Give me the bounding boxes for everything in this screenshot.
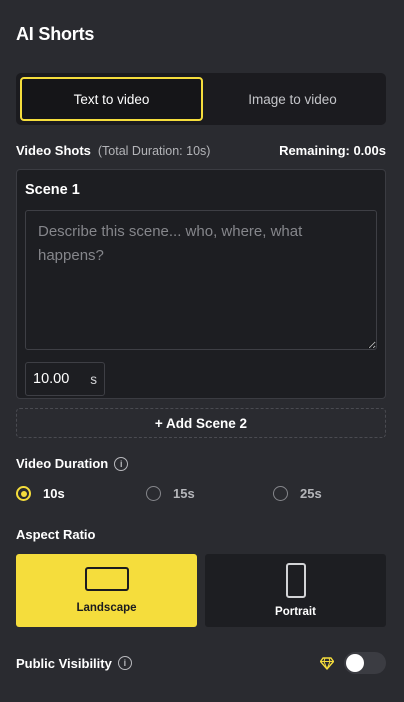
duration-option-25s[interactable]: 25s <box>273 486 322 501</box>
radio-selected-icon <box>16 486 31 501</box>
aspect-ratio-label: Aspect Ratio <box>16 527 96 542</box>
duration-option-10s[interactable]: 10s <box>16 486 65 501</box>
aspect-option-landscape[interactable]: Landscape <box>16 554 197 627</box>
public-visibility-label: Public Visibility <box>16 655 112 671</box>
toggle-knob <box>346 654 364 672</box>
duration-option-label: 25s <box>300 486 322 501</box>
video-duration-label: Video Duration <box>16 456 109 471</box>
video-duration-options: 10s 15s 25s <box>16 486 386 506</box>
remaining-duration-text: Remaining: 0.00s <box>279 143 386 158</box>
portrait-icon <box>285 563 306 598</box>
duration-option-15s[interactable]: 15s <box>146 486 195 501</box>
info-icon[interactable]: i <box>114 456 129 471</box>
aspect-option-label: Portrait <box>275 606 316 618</box>
duration-option-label: 15s <box>173 486 195 501</box>
radio-unselected-icon <box>273 486 288 501</box>
duration-option-label: 10s <box>43 486 65 501</box>
radio-unselected-icon <box>146 486 161 501</box>
scene-title: Scene 1 <box>25 182 80 198</box>
mode-tabs: Text to video Image to video <box>16 73 386 125</box>
scene-card: Scene 1 10.00 s <box>16 169 386 399</box>
public-visibility-row: Public Visibility i <box>16 651 386 675</box>
aspect-option-portrait[interactable]: Portrait <box>205 554 386 627</box>
video-shots-title: Video Shots <box>16 143 91 158</box>
aspect-ratio-options: Landscape Portrait <box>16 554 386 627</box>
tab-text-to-video[interactable]: Text to video <box>20 77 203 121</box>
landscape-icon <box>84 567 129 591</box>
scene-description-input[interactable] <box>25 210 377 350</box>
video-duration-label-row: Video Duration i <box>16 456 129 471</box>
aspect-option-label: Landscape <box>76 602 137 614</box>
public-visibility-toggle[interactable] <box>344 652 386 674</box>
info-icon[interactable]: i <box>117 656 132 670</box>
scene-duration-value: 10.00 <box>33 371 70 387</box>
page-title: AI Shorts <box>16 24 95 44</box>
scene-duration-input[interactable]: 10.00 s <box>25 362 105 396</box>
add-scene-button[interactable]: + Add Scene 2 <box>16 408 386 438</box>
diamond-icon <box>320 656 334 670</box>
tab-image-to-video[interactable]: Image to video <box>203 77 382 121</box>
video-shots-header: Video Shots (Total Duration: 10s) Remain… <box>16 143 386 158</box>
scene-duration-unit: s <box>90 371 97 387</box>
total-duration-text: (Total Duration: 10s) <box>97 143 211 158</box>
